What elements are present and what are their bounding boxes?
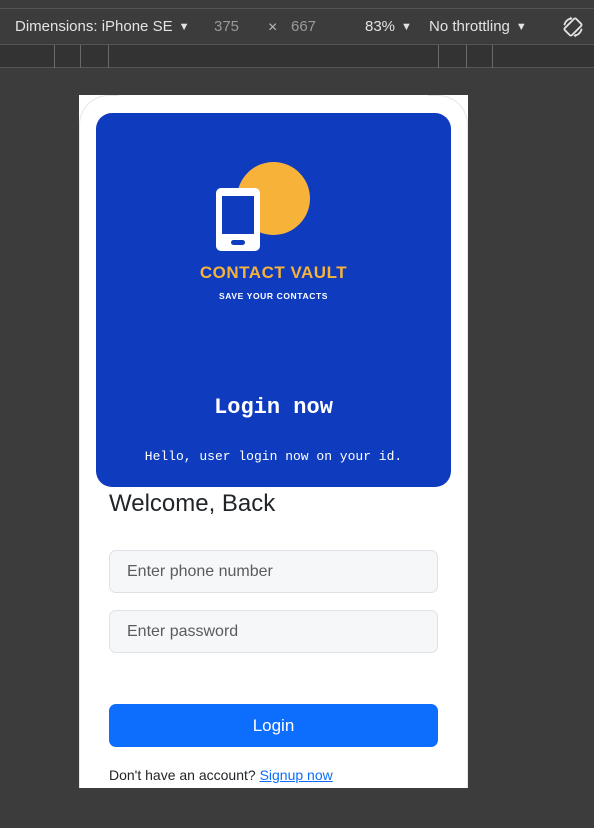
hero-title: Login now xyxy=(214,395,333,420)
phone-icon xyxy=(216,188,260,251)
throttling-selector[interactable]: No throttling ▼ xyxy=(429,18,527,35)
signup-prompt-line: Don't have an account? Signup now xyxy=(109,767,333,783)
devtools-device-toolbar: Dimensions: iPhone SE ▼ 375 × 667 83% ▼ No… xyxy=(0,0,594,68)
page-title: Welcome, Back xyxy=(109,490,276,517)
device-selector-label: Dimensions: iPhone SE xyxy=(15,18,173,35)
brand-name: CONTACT VAULT xyxy=(199,263,348,282)
toolbar-top-border xyxy=(0,0,594,9)
hero-subtitle: Hello, user login now on your id. xyxy=(144,449,403,464)
viewport-ruler xyxy=(0,44,594,68)
password-input[interactable] xyxy=(109,610,438,653)
brand-tagline: SAVE YOUR CONTACTS xyxy=(218,291,329,301)
zoom-label: 83% xyxy=(365,18,396,35)
height-input[interactable]: 667 xyxy=(291,18,316,35)
times-icon: × xyxy=(268,19,278,36)
throttling-label: No throttling xyxy=(429,18,510,35)
caret-down-icon: ▼ xyxy=(178,21,190,33)
toolbar-row: Dimensions: iPhone SE ▼ 375 × 667 83% ▼ No… xyxy=(0,10,594,44)
device-frame-edge xyxy=(467,135,468,788)
ruler-tick xyxy=(108,45,109,68)
signup-prompt: Don't have an account? xyxy=(109,767,256,783)
login-button[interactable]: Login xyxy=(109,704,438,747)
rotate-icon[interactable] xyxy=(561,15,585,39)
ruler-tick xyxy=(492,45,493,68)
device-frame-edge xyxy=(79,135,80,788)
device-viewport: CONTACT VAULT SAVE YOUR CONTACTS Login n… xyxy=(79,95,468,788)
ruler-tick xyxy=(466,45,467,68)
device-selector[interactable]: Dimensions: iPhone SE ▼ xyxy=(15,18,189,35)
width-input[interactable]: 375 xyxy=(214,18,239,35)
phone-input[interactable] xyxy=(109,550,438,593)
signup-link[interactable]: Signup now xyxy=(260,767,333,783)
ruler-tick xyxy=(54,45,55,68)
login-hero-card: CONTACT VAULT SAVE YOUR CONTACTS Login n… xyxy=(96,113,451,487)
ruler-tick xyxy=(438,45,439,68)
caret-down-icon: ▼ xyxy=(515,21,527,33)
ruler-tick xyxy=(80,45,81,68)
zoom-selector[interactable]: 83% ▼ xyxy=(365,18,412,35)
caret-down-icon: ▼ xyxy=(401,21,412,33)
